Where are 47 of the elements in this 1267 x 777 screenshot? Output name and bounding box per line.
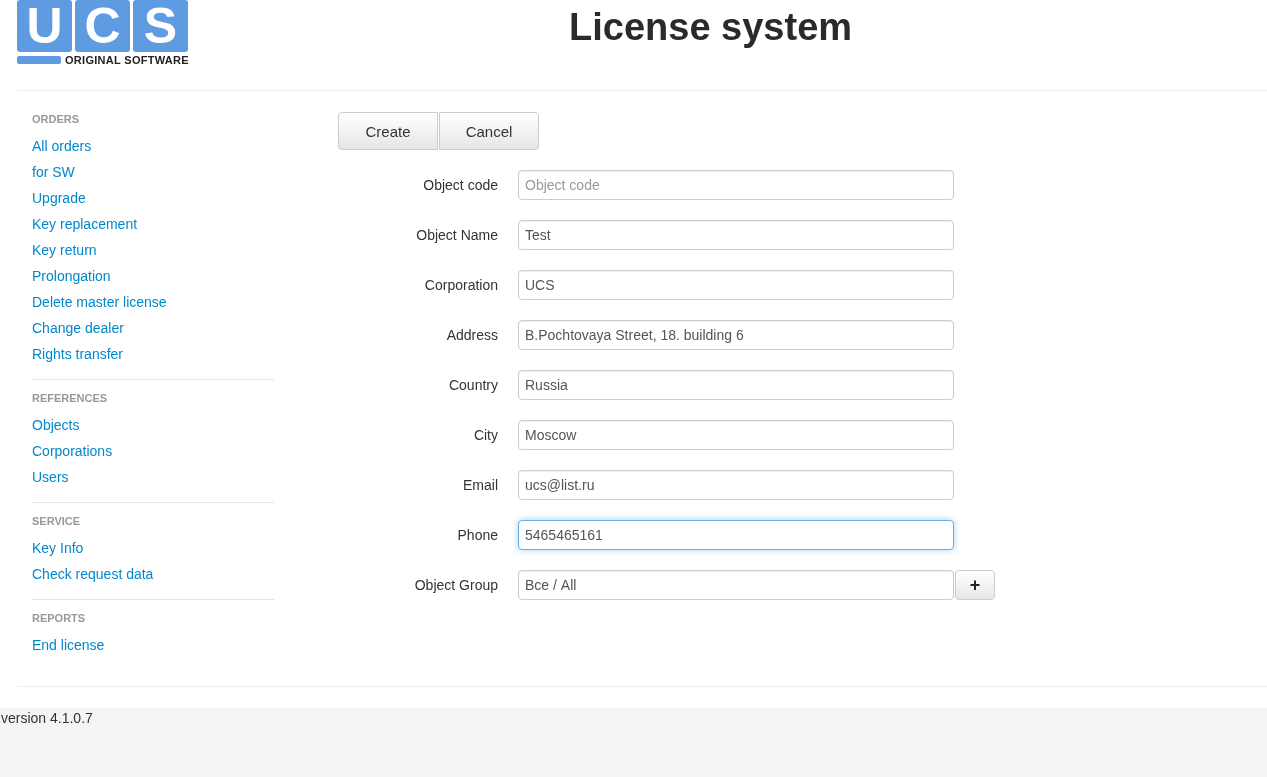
sidebar-link[interactable]: End license bbox=[32, 632, 105, 658]
sidebar-heading: REFERENCES bbox=[32, 392, 109, 404]
sidebar-link[interactable]: Change dealer bbox=[32, 315, 124, 341]
cancel-button[interactable]: Cancel bbox=[439, 112, 539, 150]
input-field[interactable]: B.Pochtovaya Street, 18. building 6 bbox=[518, 320, 954, 350]
input-field[interactable]: Все / All bbox=[518, 570, 954, 600]
create-button[interactable]: Create bbox=[338, 112, 438, 150]
sidebar-link[interactable]: for SW bbox=[32, 159, 75, 185]
sidebar-heading: REPORTS bbox=[32, 612, 87, 624]
input-field[interactable]: Moscow bbox=[518, 420, 954, 450]
add-button[interactable]: + bbox=[955, 570, 995, 600]
logo-letter: U bbox=[17, 0, 72, 52]
sidebar-link[interactable]: Users bbox=[32, 464, 69, 490]
field-label: Phone bbox=[456, 527, 499, 543]
input-field[interactable]: 5465465161 bbox=[518, 520, 954, 550]
input-field[interactable]: Object code bbox=[518, 170, 954, 200]
sidebar-link[interactable]: Upgrade bbox=[32, 185, 86, 211]
field-label: Object Name bbox=[415, 227, 499, 243]
input-field[interactable]: Test bbox=[518, 220, 954, 250]
logo-bar bbox=[17, 56, 61, 64]
logo-letter: C bbox=[75, 0, 130, 52]
sidebar-link[interactable]: Key Info bbox=[32, 535, 84, 561]
sidebar-link[interactable]: Corporations bbox=[32, 438, 113, 464]
input-field[interactable]: ucs@list.ru bbox=[518, 470, 954, 500]
sidebar-link[interactable]: Prolongation bbox=[32, 263, 111, 289]
field-label: Object Group bbox=[413, 577, 499, 593]
field-label: Corporation bbox=[423, 277, 499, 293]
sidebar-heading: ORDERS bbox=[32, 113, 81, 125]
sidebar-link[interactable]: All orders bbox=[32, 133, 92, 159]
field-label: Address bbox=[445, 327, 499, 343]
input-field[interactable]: UCS bbox=[518, 270, 954, 300]
page-title: License system bbox=[569, 6, 853, 49]
sidebar-link[interactable]: Key return bbox=[32, 237, 97, 263]
field-label: Email bbox=[462, 477, 499, 493]
sidebar-heading: SERVICE bbox=[32, 515, 82, 527]
sidebar-link[interactable]: Check request data bbox=[32, 561, 154, 587]
version-text: version 4.1.0.7 bbox=[0, 709, 93, 726]
sidebar-link[interactable]: Key replacement bbox=[32, 211, 138, 237]
input-field[interactable]: Russia bbox=[518, 370, 954, 400]
logo-tagline: ORIGINAL SOFTWARE bbox=[64, 54, 189, 66]
logo-letter: S bbox=[133, 0, 188, 52]
field-label: City bbox=[472, 427, 499, 443]
sidebar-link[interactable]: Rights transfer bbox=[32, 341, 124, 367]
field-label: Object code bbox=[422, 177, 499, 193]
field-label: Country bbox=[447, 377, 499, 393]
sidebar-link[interactable]: Delete master license bbox=[32, 289, 167, 315]
sidebar-link[interactable]: Objects bbox=[32, 412, 80, 438]
